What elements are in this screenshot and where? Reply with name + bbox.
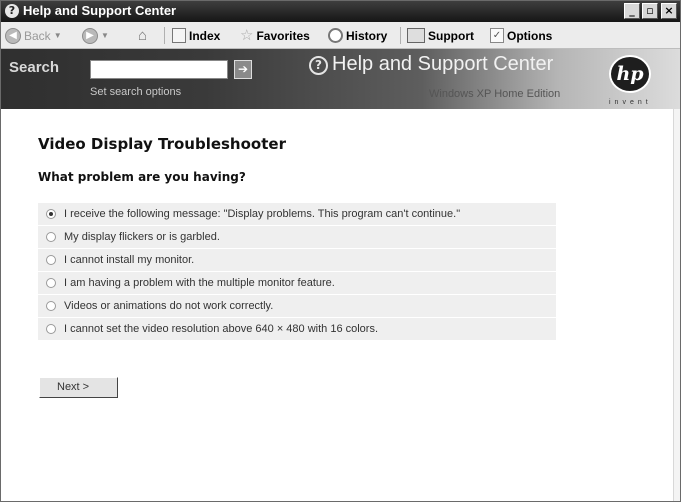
- favorites-button[interactable]: ☆ Favorites: [240, 26, 310, 45]
- radio-button[interactable]: [46, 255, 56, 265]
- search-input[interactable]: [90, 60, 228, 79]
- vertical-scrollbar[interactable]: [673, 109, 680, 501]
- hp-tagline: invent: [609, 99, 652, 106]
- search-go-button[interactable]: ➔: [234, 60, 252, 79]
- help-and-support-window: ? Help and Support Center _ ▫ × ◀ Back ▼…: [0, 0, 681, 502]
- problem-option-multiple-monitor[interactable]: I am having a problem with the multiple …: [38, 272, 556, 294]
- option-label: I am having a problem with the multiple …: [64, 277, 335, 289]
- history-button[interactable]: History: [328, 26, 387, 45]
- option-label: Videos or animations do not work correct…: [64, 300, 274, 312]
- search-label: Search: [9, 59, 60, 76]
- radio-button[interactable]: [46, 278, 56, 288]
- title-bar[interactable]: ? Help and Support Center _ ▫ ×: [1, 1, 680, 22]
- home-button[interactable]: ⌂: [138, 26, 147, 45]
- banner-edition: Windows XP Home Edition: [429, 88, 561, 100]
- banner-title: Help and Support Center: [332, 53, 554, 75]
- chevron-down-icon: ▼: [101, 31, 109, 40]
- option-label: My display flickers or is garbled.: [64, 231, 220, 243]
- radio-button[interactable]: [46, 301, 56, 311]
- options-button[interactable]: ✓ Options: [490, 26, 552, 45]
- toolbar: ◀ Back ▼ ▶ ▼ ⌂ Index ☆ Favorites History…: [1, 22, 680, 49]
- option-label: I cannot set the video resolution above …: [64, 323, 379, 335]
- index-button[interactable]: Index: [172, 26, 220, 45]
- help-icon: ?: [309, 56, 328, 75]
- banner: Search ➔ Set search options ? Help and S…: [1, 49, 680, 109]
- page-title: Video Display Troubleshooter: [38, 135, 286, 153]
- option-label: I receive the following message: "Displa…: [64, 208, 461, 220]
- problem-options: I receive the following message: "Displa…: [38, 203, 556, 341]
- chevron-down-icon: ▼: [53, 31, 62, 40]
- star-icon: ☆: [240, 27, 254, 44]
- maximize-button[interactable]: ▫: [642, 3, 658, 19]
- problem-option-install-monitor[interactable]: I cannot install my monitor.: [38, 249, 556, 271]
- problem-option-display-problems[interactable]: I receive the following message: "Displa…: [38, 203, 556, 225]
- option-label: I cannot install my monitor.: [64, 254, 195, 266]
- back-arrow-icon: ◀: [5, 27, 21, 44]
- problem-option-video-resolution[interactable]: I cannot set the video resolution above …: [38, 318, 556, 340]
- index-book-icon: [172, 28, 186, 43]
- toolbar-divider: [164, 27, 165, 44]
- close-button[interactable]: ×: [661, 3, 677, 19]
- question-heading: What problem are you having?: [38, 170, 246, 184]
- problem-option-videos-animations[interactable]: Videos or animations do not work correct…: [38, 295, 556, 317]
- options-checklist-icon: ✓: [490, 28, 504, 43]
- back-button[interactable]: ◀ Back ▼: [5, 26, 62, 45]
- hp-logo: hp: [609, 55, 651, 93]
- next-button[interactable]: Next >: [39, 377, 118, 398]
- problem-option-flickers[interactable]: My display flickers or is garbled.: [38, 226, 556, 248]
- window-title: Help and Support Center: [23, 3, 177, 18]
- minimize-button[interactable]: _: [624, 3, 640, 19]
- help-icon: ?: [5, 4, 19, 18]
- home-icon: ⌂: [138, 27, 148, 44]
- radio-button[interactable]: [46, 324, 56, 334]
- forward-arrow-icon: ▶: [82, 27, 98, 44]
- support-button[interactable]: Support: [407, 26, 474, 45]
- arrow-right-icon: ➔: [237, 62, 249, 76]
- toolbar-divider: [400, 27, 401, 44]
- radio-button[interactable]: [46, 232, 56, 242]
- history-clock-icon: [328, 28, 343, 43]
- radio-button-selected[interactable]: [46, 209, 56, 219]
- forward-button[interactable]: ▶ ▼: [82, 26, 109, 45]
- search-options-link[interactable]: Set search options: [90, 86, 181, 98]
- support-icon: [407, 28, 425, 43]
